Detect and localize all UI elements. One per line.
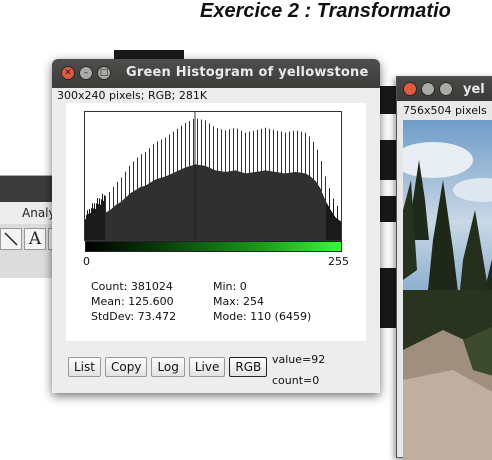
button-row: List Copy Log Live RGB: [68, 357, 268, 377]
statistics: Count: 381024 Min: 0 Mean: 125.600 Max: …: [91, 279, 311, 324]
log-button[interactable]: Log: [151, 357, 185, 377]
list-button[interactable]: List: [68, 357, 101, 377]
document-block: [380, 268, 396, 328]
document-block: [380, 196, 396, 222]
green-gradient-ramp: [85, 241, 342, 252]
minimize-icon[interactable]: –: [79, 66, 93, 80]
image-window-title: yel: [463, 81, 485, 97]
document-block: [380, 86, 396, 114]
image-window[interactable]: yel 756x504 pixels: [396, 76, 492, 460]
axis-min-label: 0: [83, 255, 90, 268]
minimize-icon[interactable]: [421, 82, 435, 96]
document-heading: Exercice 2 : Transformatio: [200, 0, 451, 22]
stat-stddev: StdDev: 73.472: [91, 310, 177, 323]
image-info: 300x240 pixels; RGB; 281K: [57, 89, 208, 102]
maximize-icon[interactable]: [439, 82, 453, 96]
histogram-panel: 0 255 Count: 381024 Min: 0 Mean: 125.600…: [66, 103, 366, 341]
readout: value=92 count=0: [272, 349, 325, 391]
image-window-titlebar: yel: [397, 77, 492, 101]
copy-button[interactable]: Copy: [104, 357, 148, 377]
stat-mode: Mode: 110 (6459): [213, 310, 312, 323]
stat-count: Count: 381024: [91, 280, 173, 293]
rgb-button[interactable]: RGB: [229, 357, 268, 377]
close-icon[interactable]: ✕: [61, 66, 75, 80]
histogram-window[interactable]: ✕ – □ Green Histogram of yellowstone 300…: [52, 59, 380, 393]
menu-analyze[interactable]: Analy: [22, 206, 56, 220]
image-window-info: 756x504 pixels: [403, 104, 487, 117]
histogram-titlebar[interactable]: ✕ – □ Green Histogram of yellowstone: [52, 59, 380, 88]
close-icon[interactable]: [403, 82, 417, 96]
histogram-plot[interactable]: [84, 111, 342, 241]
stat-mean: Mean: 125.600: [91, 295, 174, 308]
stat-max: Max: 254: [213, 295, 264, 308]
text-tool-icon[interactable]: A: [24, 228, 46, 250]
axis-max-label: 255: [328, 255, 349, 268]
maximize-icon[interactable]: □: [97, 66, 111, 80]
value-readout: value=92: [272, 353, 326, 366]
window-title: Green Histogram of yellowstone: [126, 65, 369, 80]
stat-min: Min: 0: [213, 280, 247, 293]
line-tool-icon[interactable]: [0, 228, 22, 250]
histogram-svg: [85, 112, 341, 240]
count-readout: count=0: [272, 374, 320, 387]
landscape-photo[interactable]: [403, 120, 492, 460]
live-button[interactable]: Live: [188, 357, 226, 377]
document-block: [380, 140, 396, 180]
